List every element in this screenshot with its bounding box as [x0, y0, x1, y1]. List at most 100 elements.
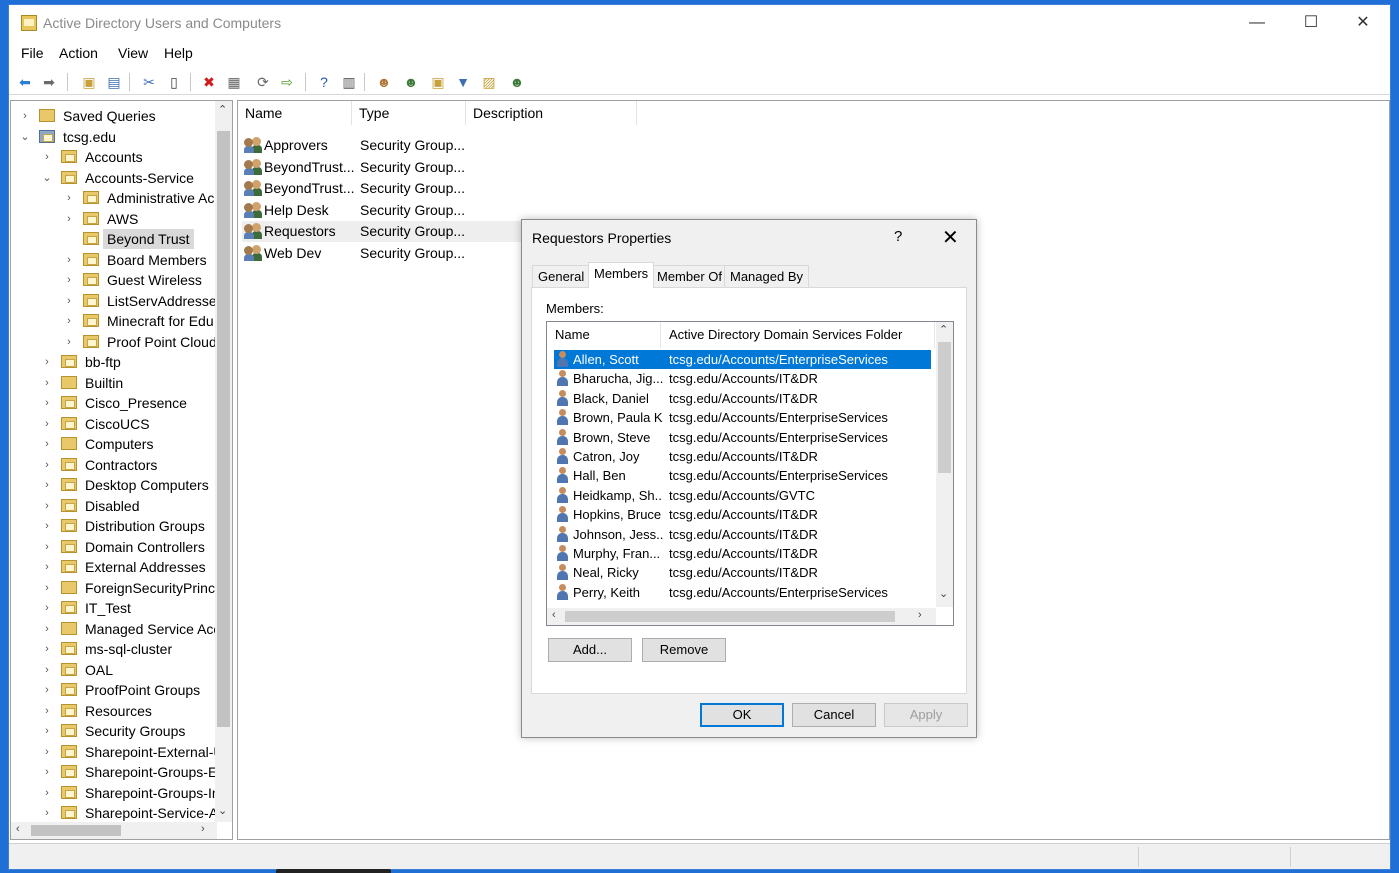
tree-item[interactable]: › Contractors	[11, 455, 217, 475]
tree-item[interactable]: › Builtin	[11, 373, 217, 393]
tree-horizontal-scrollbar[interactable]: ‹ ›	[11, 822, 217, 839]
scroll-left-icon[interactable]: ‹	[16, 823, 20, 835]
chevron-right-icon[interactable]: ›	[41, 496, 53, 516]
export-icon[interactable]: ⇨	[277, 72, 297, 92]
member-row[interactable]: Perry, Keith tcsg.edu/Accounts/Enterprise…	[554, 583, 931, 602]
tree-item[interactable]: › ProofPoint Groups	[11, 680, 217, 700]
member-row[interactable]: Black, Daniel tcsg.edu/Accounts/IT&DR	[554, 389, 931, 408]
tree-item[interactable]: › Accounts	[11, 147, 217, 167]
tree-item[interactable]: › Board Members	[11, 250, 217, 270]
members-vertical-scrollbar[interactable]: ⌃ ⌄	[936, 322, 953, 607]
chevron-right-icon[interactable]: ›	[41, 537, 53, 557]
chevron-right-icon[interactable]: ›	[41, 660, 53, 680]
chevron-down-icon[interactable]: ⌄	[19, 127, 31, 147]
chevron-right-icon[interactable]: ›	[63, 332, 75, 352]
chevron-right-icon[interactable]: ›	[41, 147, 53, 167]
scroll-left-icon[interactable]: ‹	[552, 609, 556, 621]
scroll-right-icon[interactable]: ›	[918, 609, 922, 621]
tree-item[interactable]: › Disabled	[11, 496, 217, 516]
tree-item[interactable]: › Sharepoint-Service-A	[11, 803, 218, 823]
tree-item[interactable]: › Administrative Ac	[11, 188, 217, 208]
member-row[interactable]: Bharucha, Jig... tcsg.edu/Accounts/IT&DR	[554, 369, 931, 388]
scroll-up-icon[interactable]: ⌃	[939, 323, 948, 336]
members-column-folder[interactable]: Active Directory Domain Services Folder	[661, 322, 935, 348]
tree-item[interactable]: › Desktop Computers	[11, 475, 217, 495]
menu-action[interactable]: Action	[59, 45, 98, 61]
new-group-icon[interactable]: ☻	[401, 72, 421, 92]
menu-file[interactable]: File	[21, 45, 44, 61]
tree-item[interactable]: › Computers	[11, 434, 217, 454]
cancel-button[interactable]: Cancel	[792, 703, 876, 727]
new-user-icon[interactable]: ☻	[374, 72, 394, 92]
chevron-right-icon[interactable]: ›	[41, 352, 53, 372]
menu-view[interactable]: View	[118, 45, 148, 61]
column-header-name[interactable]: Name	[238, 101, 352, 125]
tree-item[interactable]: › Resources	[11, 701, 217, 721]
member-row[interactable]: Hopkins, Bruce tcsg.edu/Accounts/IT&DR	[554, 505, 931, 524]
chevron-right-icon[interactable]: ›	[41, 557, 53, 577]
chevron-right-icon[interactable]: ›	[41, 742, 53, 762]
tree-item[interactable]: ⌄ Accounts-Service	[11, 168, 217, 188]
chevron-right-icon[interactable]: ›	[41, 619, 53, 639]
chevron-right-icon[interactable]: ›	[63, 188, 75, 208]
list-item[interactable]: BeyondTrust... Security Group...	[242, 157, 472, 178]
console-tree-icon[interactable]: ▤	[104, 72, 124, 92]
tree-item[interactable]: › Proof Point Cloud	[11, 332, 217, 352]
tree-item[interactable]: › Security Groups	[11, 721, 217, 741]
chevron-right-icon[interactable]: ›	[63, 270, 75, 290]
tree-item[interactable]: › Managed Service Acc	[11, 619, 220, 639]
member-row[interactable]: Brown, Paula K. tcsg.edu/Accounts/Enterpr…	[554, 408, 931, 427]
scroll-down-icon[interactable]: ⌄	[218, 804, 227, 817]
chevron-right-icon[interactable]: ›	[41, 680, 53, 700]
member-row[interactable]: Neal, Ricky tcsg.edu/Accounts/IT&DR	[554, 563, 931, 582]
chevron-right-icon[interactable]: ›	[41, 762, 53, 782]
member-row[interactable]: Heidkamp, Sh... tcsg.edu/Accounts/GVTC	[554, 486, 931, 505]
copy-icon[interactable]: ▯	[164, 72, 184, 92]
tab-managed-by[interactable]: Managed By	[724, 265, 809, 287]
member-row[interactable]: Catron, Joy tcsg.edu/Accounts/IT&DR	[554, 447, 931, 466]
filter-icon[interactable]: ▼	[453, 72, 473, 92]
tree-item[interactable]: › IT_Test	[11, 598, 217, 618]
up-folder-icon[interactable]: ▣	[79, 72, 99, 92]
tree-item[interactable]: › ForeignSecurityPrinci	[11, 578, 218, 598]
add-member-button[interactable]: Add...	[548, 638, 632, 662]
new-ou-icon[interactable]: ▣	[428, 72, 448, 92]
close-window-button[interactable]: ✕	[1340, 11, 1386, 35]
members-column-name[interactable]: Name	[547, 322, 661, 348]
tab-members[interactable]: Members	[588, 262, 655, 288]
list-item[interactable]: Web Dev Security Group...	[242, 243, 472, 264]
help-icon[interactable]: ?	[314, 72, 334, 92]
tree-item[interactable]: Beyond Trust	[11, 229, 217, 249]
forward-icon[interactable]: ➡	[39, 72, 59, 92]
tree-item[interactable]: › Sharepoint-External-U	[11, 742, 223, 762]
tree-item[interactable]: › External Addresses	[11, 557, 217, 577]
member-row[interactable]: Brown, Steve tcsg.edu/Accounts/Enterprise…	[554, 428, 931, 447]
chevron-right-icon[interactable]: ›	[41, 455, 53, 475]
scroll-down-icon[interactable]: ⌄	[939, 587, 948, 600]
tree-item[interactable]: › AWS	[11, 209, 217, 229]
tree-item[interactable]: › bb-ftp	[11, 352, 217, 372]
tree-scroll-thumb[interactable]	[217, 131, 230, 727]
remove-member-button[interactable]: Remove	[642, 638, 726, 662]
tree-hscroll-thumb[interactable]	[31, 825, 121, 836]
find-icon[interactable]: ▨	[479, 72, 499, 92]
member-row[interactable]: Hall, Ben tcsg.edu/Accounts/EnterpriseSer…	[554, 466, 931, 485]
members-horizontal-scrollbar[interactable]: ‹ ›	[547, 608, 936, 625]
scroll-up-icon[interactable]: ⌃	[218, 103, 227, 116]
tree-item[interactable]: › Distribution Groups	[11, 516, 217, 536]
column-header-type[interactable]: Type	[352, 101, 466, 125]
tree-item[interactable]: › CiscoUCS	[11, 414, 217, 434]
chevron-right-icon[interactable]: ›	[41, 516, 53, 536]
tree-item[interactable]: › Domain Controllers	[11, 537, 217, 557]
tree-vertical-scrollbar[interactable]: ⌃ ⌄	[215, 101, 232, 822]
tree-item[interactable]: ⌄ tcsg.edu	[11, 127, 217, 147]
tree-item[interactable]: › ListServAddresses	[11, 291, 224, 311]
details-view-icon[interactable]: ▥	[339, 72, 359, 92]
chevron-right-icon[interactable]: ›	[41, 434, 53, 454]
chevron-right-icon[interactable]: ›	[41, 414, 53, 434]
back-icon[interactable]: ⬅	[15, 72, 35, 92]
chevron-right-icon[interactable]: ›	[41, 598, 53, 618]
chevron-right-icon[interactable]: ›	[19, 106, 31, 126]
cut-icon[interactable]: ✂	[139, 72, 159, 92]
members-scroll-thumb[interactable]	[938, 342, 951, 473]
